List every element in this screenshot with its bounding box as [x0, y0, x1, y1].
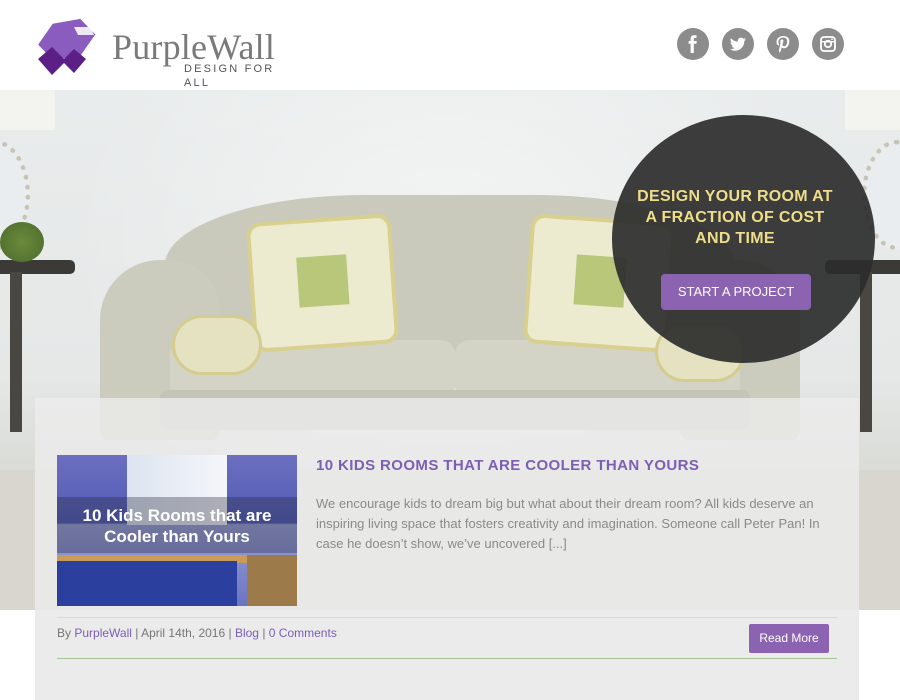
meta-divider-bottom — [57, 658, 837, 659]
meta-separator: | — [135, 626, 139, 640]
pillow-left — [245, 213, 400, 353]
thumbnail-desk — [247, 555, 297, 606]
post-thumbnail[interactable]: 10 Kids Rooms that are Cooler than Yours — [57, 455, 297, 606]
meta-divider-top — [57, 617, 837, 618]
category-link[interactable]: Blog — [235, 626, 259, 640]
social-links — [677, 28, 844, 60]
facebook-icon[interactable] — [677, 28, 709, 60]
brand-tagline: DESIGN FOR ALL — [184, 63, 275, 89]
read-more-button[interactable]: Read More — [749, 624, 829, 653]
logo-icon — [38, 18, 96, 75]
meta-separator: | — [262, 626, 266, 640]
comments-link[interactable]: 0 Comments — [269, 626, 337, 640]
bolster-left — [172, 315, 262, 375]
thumbnail-caption-line1: 10 Kids Rooms that are — [82, 506, 272, 525]
side-table-leg-right — [860, 272, 872, 432]
pinterest-icon[interactable] — [767, 28, 799, 60]
meta-separator: | — [228, 626, 232, 640]
start-project-button[interactable]: START A PROJECT — [661, 274, 811, 310]
instagram-icon[interactable] — [812, 28, 844, 60]
post-excerpt: We encourage kids to dream big but what … — [316, 496, 820, 551]
post-card-footer-bg — [35, 610, 859, 700]
plant — [0, 222, 44, 262]
lamp-right — [845, 90, 900, 130]
thumbnail-caption: 10 Kids Rooms that are Cooler than Yours — [57, 505, 297, 547]
brand-name: PurpleWall — [112, 27, 276, 67]
site-header: PurpleWall DESIGN FOR ALL — [0, 0, 900, 90]
logo[interactable]: PurpleWall DESIGN FOR ALL — [34, 17, 304, 89]
thumbnail-bed — [57, 561, 237, 606]
twitter-icon[interactable] — [722, 28, 754, 60]
post-title-link[interactable]: 10 KIDS ROOMS THAT ARE COOLER THAN YOURS — [316, 457, 699, 475]
post-meta: By PurpleWall | April 14th, 2016 | Blog … — [57, 626, 337, 640]
meta-by-label: By — [57, 626, 72, 640]
thumbnail-caption-line2: Cooler than Yours — [104, 527, 250, 546]
post-date: April 14th, 2016 — [141, 626, 226, 640]
side-table-leg-left — [10, 272, 22, 432]
cta-title: DESIGN YOUR ROOM AT A FRACTION OF COST A… — [637, 188, 833, 247]
author-link[interactable]: PurpleWall — [74, 626, 132, 640]
lamp-left — [0, 90, 55, 130]
